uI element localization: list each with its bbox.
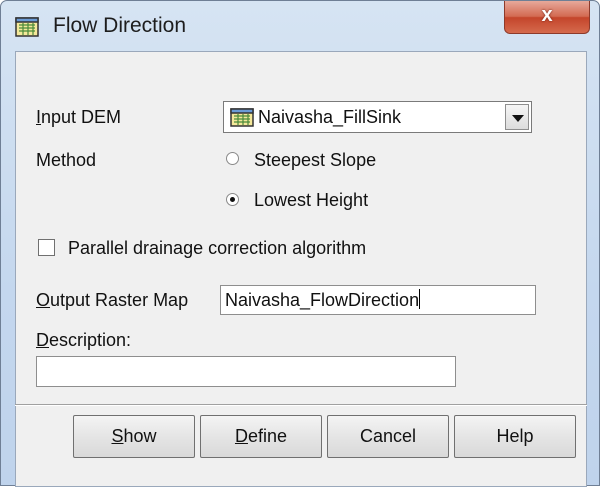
output-raster-label-text: utput Raster Map: [50, 290, 189, 310]
input-dem-value: Naivasha_FillSink: [258, 107, 402, 127]
output-raster-mnemonic: O: [36, 290, 51, 310]
map-grid-icon: [15, 17, 39, 37]
description-mnemonic: D: [36, 330, 49, 350]
input-dem-label: Input DEM: [36, 107, 121, 128]
help-button[interactable]: Help: [454, 415, 576, 458]
show-button[interactable]: Show: [73, 415, 195, 458]
chevron-down-icon[interactable]: [505, 104, 529, 130]
radio-steepest-slope[interactable]: [226, 152, 239, 165]
input-dem-select[interactable]: Naivasha_FillSink: [223, 101, 532, 133]
method-label: Method: [36, 150, 97, 170]
steepest-slope-label[interactable]: Steepest Slope: [254, 150, 376, 171]
show-label: how: [123, 426, 157, 446]
output-raster-value: Naivasha_FlowDirection: [225, 289, 421, 311]
output-raster-text: Naivasha_FlowDirection: [225, 290, 420, 310]
input-dem-label-text: nput DEM: [41, 107, 122, 127]
parallel-drainage-checkbox[interactable]: [38, 239, 55, 256]
description-label: Description:: [36, 330, 131, 351]
button-separator: [15, 404, 587, 406]
lowest-height-label[interactable]: Lowest Height: [254, 190, 368, 211]
show-mnemonic: S: [111, 426, 124, 446]
close-button[interactable]: x: [504, 1, 590, 34]
radio-lowest-height[interactable]: [226, 193, 239, 206]
parallel-drainage-label[interactable]: Parallel drainage correction algorithm: [68, 238, 366, 259]
define-label: efine: [247, 426, 288, 446]
cancel-button[interactable]: Cancel: [327, 415, 449, 458]
flow-direction-dialog: Flow Direction x Input DEM Naivasha_Fill…: [0, 0, 600, 487]
define-mnemonic: D: [234, 426, 248, 446]
output-raster-input[interactable]: Naivasha_FlowDirection: [220, 285, 536, 315]
description-input[interactable]: [36, 356, 456, 387]
close-icon: x: [541, 4, 553, 26]
output-raster-label: Output Raster Map: [36, 290, 188, 311]
define-button[interactable]: Define: [200, 415, 322, 458]
raster-map-icon: [230, 108, 254, 127]
title-bar[interactable]: Flow Direction x: [1, 1, 599, 49]
text-caret: [419, 289, 421, 309]
description-label-text: escription:: [49, 330, 132, 350]
window-title: Flow Direction: [53, 14, 187, 37]
